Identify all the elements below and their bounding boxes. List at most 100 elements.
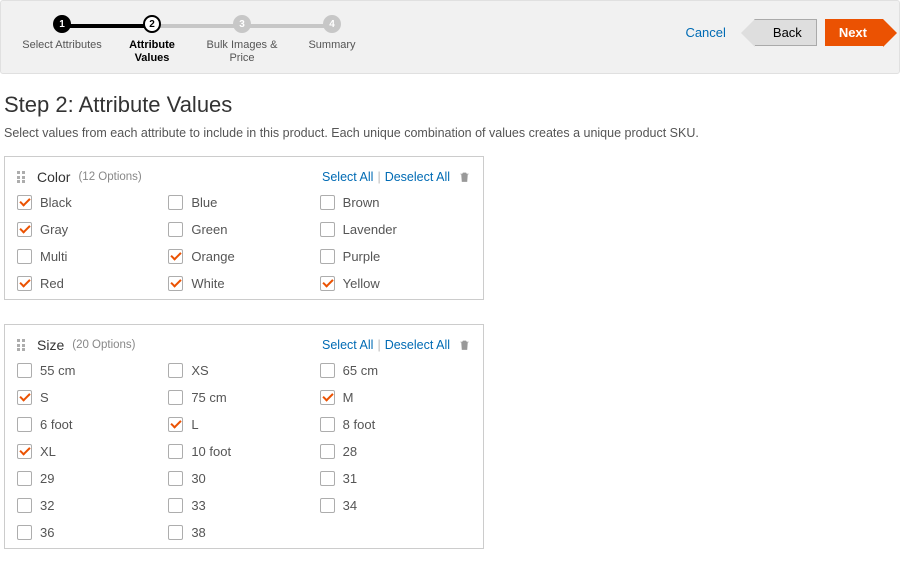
option-item[interactable]: 33 (168, 498, 319, 513)
drag-handle-icon[interactable] (17, 171, 29, 183)
checkbox[interactable] (168, 195, 183, 210)
checkbox[interactable] (320, 444, 335, 459)
checkbox[interactable] (320, 249, 335, 264)
main-content: Step 2: Attribute Values Select values f… (0, 74, 900, 549)
checkbox[interactable] (320, 390, 335, 405)
checkbox[interactable] (17, 195, 32, 210)
checkbox[interactable] (168, 525, 183, 540)
option-label: 8 foot (343, 417, 376, 432)
checkbox[interactable] (320, 471, 335, 486)
option-item[interactable]: 30 (168, 471, 319, 486)
option-item[interactable]: 75 cm (168, 390, 319, 405)
option-item[interactable]: 29 (17, 471, 168, 486)
checkbox[interactable] (17, 390, 32, 405)
option-item[interactable]: Multi (17, 249, 168, 264)
step-connector (62, 24, 152, 28)
option-item[interactable]: S (17, 390, 168, 405)
drag-handle-icon[interactable] (17, 339, 29, 351)
checkbox[interactable] (17, 444, 32, 459)
page-title: Step 2: Attribute Values (4, 92, 896, 118)
option-label: 6 foot (40, 417, 73, 432)
checkbox[interactable] (320, 276, 335, 291)
checkbox[interactable] (320, 498, 335, 513)
step-label: Summary (308, 39, 355, 52)
attribute-name: Size (37, 337, 64, 353)
checkbox[interactable] (320, 417, 335, 432)
option-item[interactable]: XS (168, 363, 319, 378)
option-item[interactable]: 8 foot (320, 417, 471, 432)
option-item[interactable]: Purple (320, 249, 471, 264)
option-item[interactable]: White (168, 276, 319, 291)
option-item[interactable]: Gray (17, 222, 168, 237)
option-label: Black (40, 195, 72, 210)
option-item[interactable]: 10 foot (168, 444, 319, 459)
step-connector (242, 24, 332, 28)
option-item[interactable]: 55 cm (17, 363, 168, 378)
option-item[interactable]: 28 (320, 444, 471, 459)
wizard-step-3[interactable]: 3Bulk Images & Price (197, 15, 287, 65)
checkbox[interactable] (168, 222, 183, 237)
option-label: 32 (40, 498, 54, 513)
attribute-count: (20 Options) (72, 339, 135, 351)
option-item[interactable]: Brown (320, 195, 471, 210)
checkbox[interactable] (320, 222, 335, 237)
option-item[interactable]: Black (17, 195, 168, 210)
checkbox[interactable] (17, 276, 32, 291)
next-button[interactable]: Next (825, 19, 883, 46)
checkbox[interactable] (168, 498, 183, 513)
option-item[interactable]: 38 (168, 525, 319, 540)
checkbox[interactable] (168, 417, 183, 432)
checkbox[interactable] (168, 390, 183, 405)
option-label: 55 cm (40, 363, 75, 378)
option-label: Gray (40, 222, 68, 237)
wizard-step-2[interactable]: 2Attribute Values (107, 15, 197, 65)
checkbox[interactable] (168, 276, 183, 291)
option-label: 75 cm (191, 390, 226, 405)
checkbox[interactable] (17, 417, 32, 432)
option-item[interactable]: 65 cm (320, 363, 471, 378)
option-item[interactable]: Blue (168, 195, 319, 210)
wizard-step-4[interactable]: 4Summary (287, 15, 377, 52)
checkbox[interactable] (17, 525, 32, 540)
option-item[interactable]: Lavender (320, 222, 471, 237)
back-button[interactable]: Back (754, 19, 817, 46)
deselect-all-link[interactable]: Deselect All (385, 338, 450, 352)
option-item[interactable]: 6 foot (17, 417, 168, 432)
checkbox[interactable] (17, 498, 32, 513)
option-item[interactable]: Yellow (320, 276, 471, 291)
wizard-step-1[interactable]: 1Select Attributes (17, 15, 107, 52)
option-item[interactable]: Orange (168, 249, 319, 264)
option-item[interactable]: 36 (17, 525, 168, 540)
select-all-link[interactable]: Select All (322, 170, 373, 184)
checkbox[interactable] (320, 363, 335, 378)
checkbox[interactable] (17, 363, 32, 378)
option-item[interactable]: XL (17, 444, 168, 459)
option-label: 34 (343, 498, 357, 513)
option-item[interactable]: 32 (17, 498, 168, 513)
wizard-topbar: 1Select Attributes2Attribute Values3Bulk… (0, 0, 900, 74)
panel-header: Color(12 Options)Select All|Deselect All (17, 169, 471, 185)
option-item[interactable]: Green (168, 222, 319, 237)
option-item[interactable]: M (320, 390, 471, 405)
checkbox[interactable] (168, 471, 183, 486)
delete-icon[interactable] (458, 170, 471, 184)
checkbox[interactable] (17, 222, 32, 237)
option-item[interactable]: 31 (320, 471, 471, 486)
checkbox[interactable] (168, 249, 183, 264)
delete-icon[interactable] (458, 338, 471, 352)
step-label: Bulk Images & Price (202, 39, 282, 65)
option-item[interactable]: L (168, 417, 319, 432)
option-label: Yellow (343, 276, 380, 291)
option-label: 36 (40, 525, 54, 540)
select-all-link[interactable]: Select All (322, 338, 373, 352)
deselect-all-link[interactable]: Deselect All (385, 170, 450, 184)
checkbox[interactable] (320, 195, 335, 210)
checkbox[interactable] (17, 471, 32, 486)
cancel-link[interactable]: Cancel (685, 25, 725, 40)
checkbox[interactable] (168, 363, 183, 378)
option-item[interactable]: Red (17, 276, 168, 291)
checkbox[interactable] (168, 444, 183, 459)
option-item[interactable]: 34 (320, 498, 471, 513)
option-label: Orange (191, 249, 234, 264)
checkbox[interactable] (17, 249, 32, 264)
